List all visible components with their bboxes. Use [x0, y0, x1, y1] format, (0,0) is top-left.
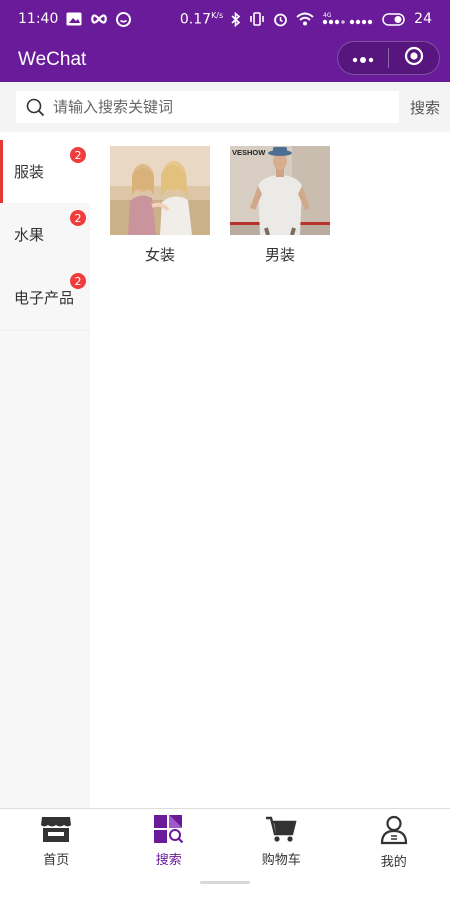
tab-profile[interactable]: 我的: [338, 809, 450, 870]
status-bar: 11:40 0.17K/s 4G 24: [0, 0, 450, 38]
tab-search[interactable]: 搜索: [113, 809, 226, 870]
search-button[interactable]: 搜索: [410, 97, 440, 118]
tab-cart[interactable]: 购物车: [225, 809, 338, 870]
app-title: WeChat: [18, 49, 87, 70]
men-clothing-photo: VESHOW: [230, 146, 330, 235]
home-indicator[interactable]: [200, 881, 250, 884]
store-icon: [40, 815, 72, 847]
brand-watermark: VESHOW: [232, 148, 266, 157]
count-badge: 2: [70, 273, 86, 289]
search-bar: 搜索: [0, 82, 450, 132]
product-label: 女装: [144, 246, 175, 264]
wifi-icon: [296, 12, 314, 26]
infinity-icon: [90, 13, 108, 25]
search-grid-icon: [153, 815, 184, 847]
more-button[interactable]: [338, 42, 388, 74]
smile-app-icon: [116, 11, 132, 27]
sidebar-item-label: 电子产品: [14, 289, 75, 307]
sidebar-divider: [0, 330, 90, 331]
tab-label: 我的: [380, 855, 407, 870]
record-circle-icon: [404, 46, 424, 70]
search-input[interactable]: [53, 98, 383, 116]
image-message-icon: [66, 12, 82, 26]
status-time: 11:40: [18, 11, 59, 27]
tab-label: 购物车: [261, 853, 301, 868]
vibrate-icon: [249, 12, 265, 26]
sidebar-item-clothing[interactable]: 服装 2: [0, 140, 90, 203]
battery-icon: [382, 12, 406, 26]
network-speed-unit: K/s: [211, 10, 224, 20]
mini-program-capsule: [337, 41, 440, 75]
tab-home[interactable]: 首页: [0, 809, 113, 870]
product-grid: 女装 VESHOW 男装: [98, 140, 450, 808]
tab-label: 首页: [43, 853, 70, 868]
sidebar-item-label: 服装: [14, 163, 45, 181]
category-sidebar: 服装 2 水果 2 电子产品 2: [0, 140, 90, 808]
search-box: [16, 91, 399, 123]
sidebar-item-electronics[interactable]: 电子产品 2: [0, 266, 90, 329]
search-icon: [26, 98, 45, 117]
title-bar: WeChat: [0, 38, 450, 82]
network-speed: 0.17K/s: [180, 11, 223, 28]
product-womens-clothing[interactable]: 女装: [110, 146, 210, 265]
alarm-icon: [273, 12, 288, 27]
network-speed-value: 0.17: [179, 11, 212, 28]
product-mens-clothing[interactable]: VESHOW 男装: [230, 146, 330, 265]
battery-level: 24: [414, 11, 432, 27]
product-label: 男装: [264, 246, 295, 264]
tab-label: 搜索: [155, 853, 182, 868]
user-icon: [380, 815, 408, 849]
more-dots-icon: [351, 49, 375, 68]
sidebar-item-fruit[interactable]: 水果 2: [0, 203, 90, 266]
sidebar-item-label: 水果: [14, 226, 45, 244]
women-clothing-photo: [110, 146, 210, 235]
count-badge: 2: [70, 210, 86, 226]
close-mini-program-button[interactable]: [389, 42, 439, 74]
status-right: 0.17K/s 4G 24: [180, 11, 432, 28]
bluetooth-icon: [231, 11, 241, 27]
count-badge: 2: [70, 147, 86, 163]
cart-icon: [265, 815, 297, 847]
signal-icon: 4G: [322, 12, 374, 26]
network-type: 4G: [323, 12, 332, 19]
bottom-tab-bar: 首页 搜索 购物车 我的: [0, 808, 450, 870]
status-left: 11:40: [18, 11, 132, 27]
